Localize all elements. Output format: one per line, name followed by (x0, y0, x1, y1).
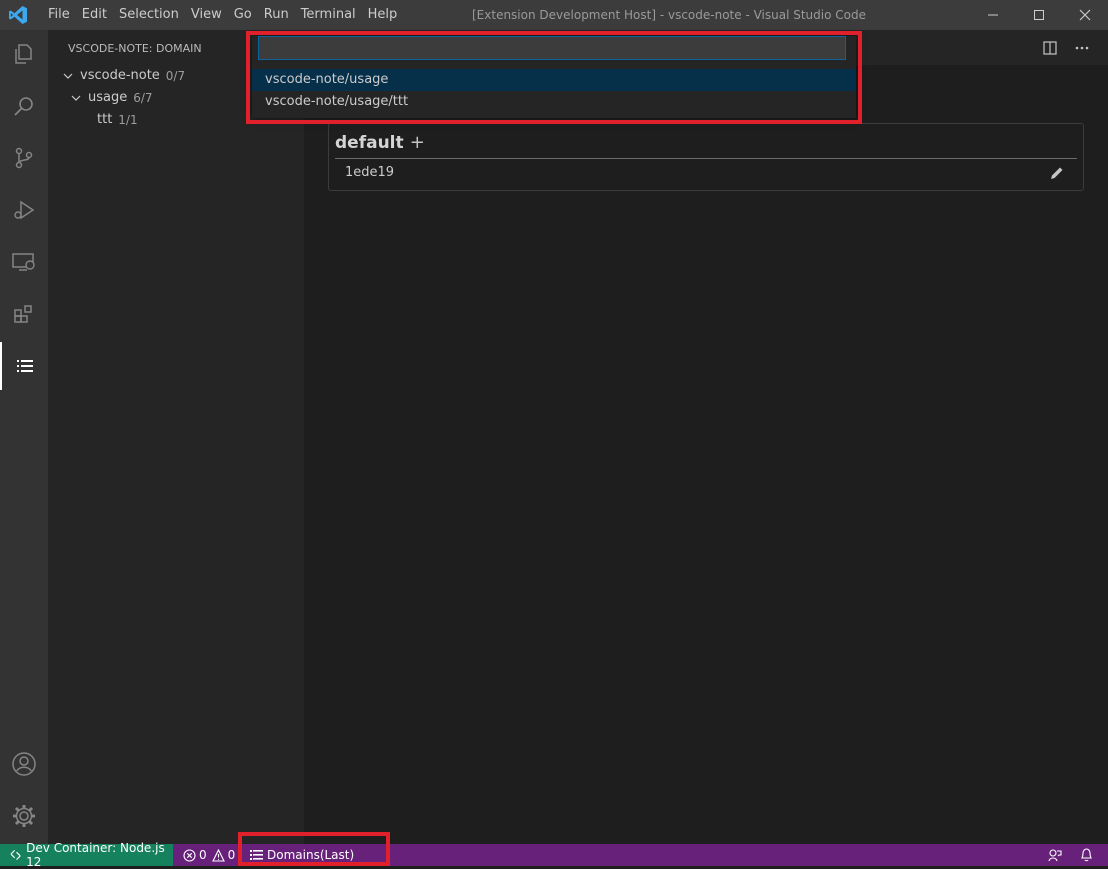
error-icon (183, 848, 196, 862)
tree-item-usage[interactable]: usage 6/7 (68, 87, 153, 109)
quick-pick-item[interactable]: vscode-note/usage (252, 69, 856, 91)
menu-file[interactable]: File (42, 0, 76, 30)
split-editor-icon[interactable] (1040, 38, 1060, 58)
tree-item-ttt[interactable]: ttt 1/1 (97, 109, 138, 131)
tree-item-vscode-note[interactable]: vscode-note 0/7 (60, 65, 185, 87)
sidebar-title: VSCODE-NOTE: DOMAIN (68, 42, 202, 55)
vscode-logo-icon (8, 5, 28, 25)
maximize-button[interactable] (1016, 0, 1062, 30)
tree-item-label: vscode-note (80, 68, 160, 83)
feedback-icon[interactable] (1048, 844, 1062, 866)
menu-bar: File Edit Selection View Go Run Terminal… (42, 0, 403, 30)
menu-run[interactable]: Run (258, 0, 295, 30)
remote-explorer-icon[interactable] (0, 238, 48, 286)
card-title: default (335, 133, 404, 153)
title-bar: File Edit Selection View Go Run Terminal… (0, 0, 1108, 30)
tree-item-count: 6/7 (133, 91, 153, 105)
domains-label: Domains(Last) (267, 848, 355, 862)
card-header: default + (335, 132, 1077, 159)
tree-item-label: usage (88, 90, 128, 105)
menu-terminal[interactable]: Terminal (295, 0, 362, 30)
explorer-icon[interactable] (0, 30, 48, 78)
quick-pick-item[interactable]: vscode-note/usage/ttt (252, 91, 856, 113)
editor-area: default + 1ede19 (304, 30, 1108, 844)
chevron-down-icon (68, 90, 84, 106)
remote-icon (10, 849, 21, 861)
remote-label: Dev Container: Node.js 12 (26, 841, 165, 869)
tree-item-count: 0/7 (165, 69, 186, 83)
accounts-icon[interactable] (0, 740, 48, 788)
domains-status-item[interactable]: Domains(Last) (250, 844, 354, 866)
minimize-button[interactable] (970, 0, 1016, 30)
menu-go[interactable]: Go (228, 0, 258, 30)
quick-pick-input[interactable] (258, 36, 846, 60)
add-note-button[interactable]: + (410, 132, 425, 153)
search-icon[interactable] (0, 82, 48, 130)
note-card: default + 1ede19 (328, 123, 1084, 191)
menu-help[interactable]: Help (362, 0, 404, 30)
list-icon (250, 850, 263, 860)
source-control-icon[interactable] (0, 134, 48, 182)
quick-pick: vscode-note/usage vscode-note/usage/ttt (252, 36, 856, 118)
remote-indicator[interactable]: Dev Container: Node.js 12 (0, 841, 173, 869)
tree-item-label: ttt (97, 112, 113, 127)
sidebar: VSCODE-NOTE: DOMAIN vscode-note 0/7 usag… (48, 30, 304, 844)
pencil-edit-icon[interactable] (1049, 165, 1065, 181)
menu-view[interactable]: View (185, 0, 228, 30)
menu-selection[interactable]: Selection (113, 0, 185, 30)
more-actions-icon[interactable] (1072, 38, 1092, 58)
error-count: 0 (199, 848, 207, 862)
run-debug-icon[interactable] (0, 186, 48, 234)
activity-bar (0, 30, 48, 844)
problems-indicator[interactable]: 0 0 (183, 844, 235, 866)
maximize-icon (1034, 10, 1044, 20)
close-icon (1079, 9, 1091, 21)
menu-edit[interactable]: Edit (76, 0, 113, 30)
vscode-note-icon[interactable] (0, 342, 48, 390)
settings-gear-icon[interactable] (0, 792, 48, 840)
warning-count: 0 (227, 848, 236, 862)
minimize-icon (988, 14, 998, 16)
note-id[interactable]: 1ede19 (345, 165, 394, 180)
warning-icon (211, 848, 225, 862)
extensions-icon[interactable] (0, 290, 48, 338)
status-bar: Dev Container: Node.js 12 0 0 Domains(La… (0, 841, 1108, 869)
chevron-down-icon (60, 68, 76, 84)
tree-item-count: 1/1 (118, 113, 138, 127)
close-window-button[interactable] (1062, 0, 1108, 30)
notifications-bell-icon[interactable] (1080, 844, 1093, 866)
